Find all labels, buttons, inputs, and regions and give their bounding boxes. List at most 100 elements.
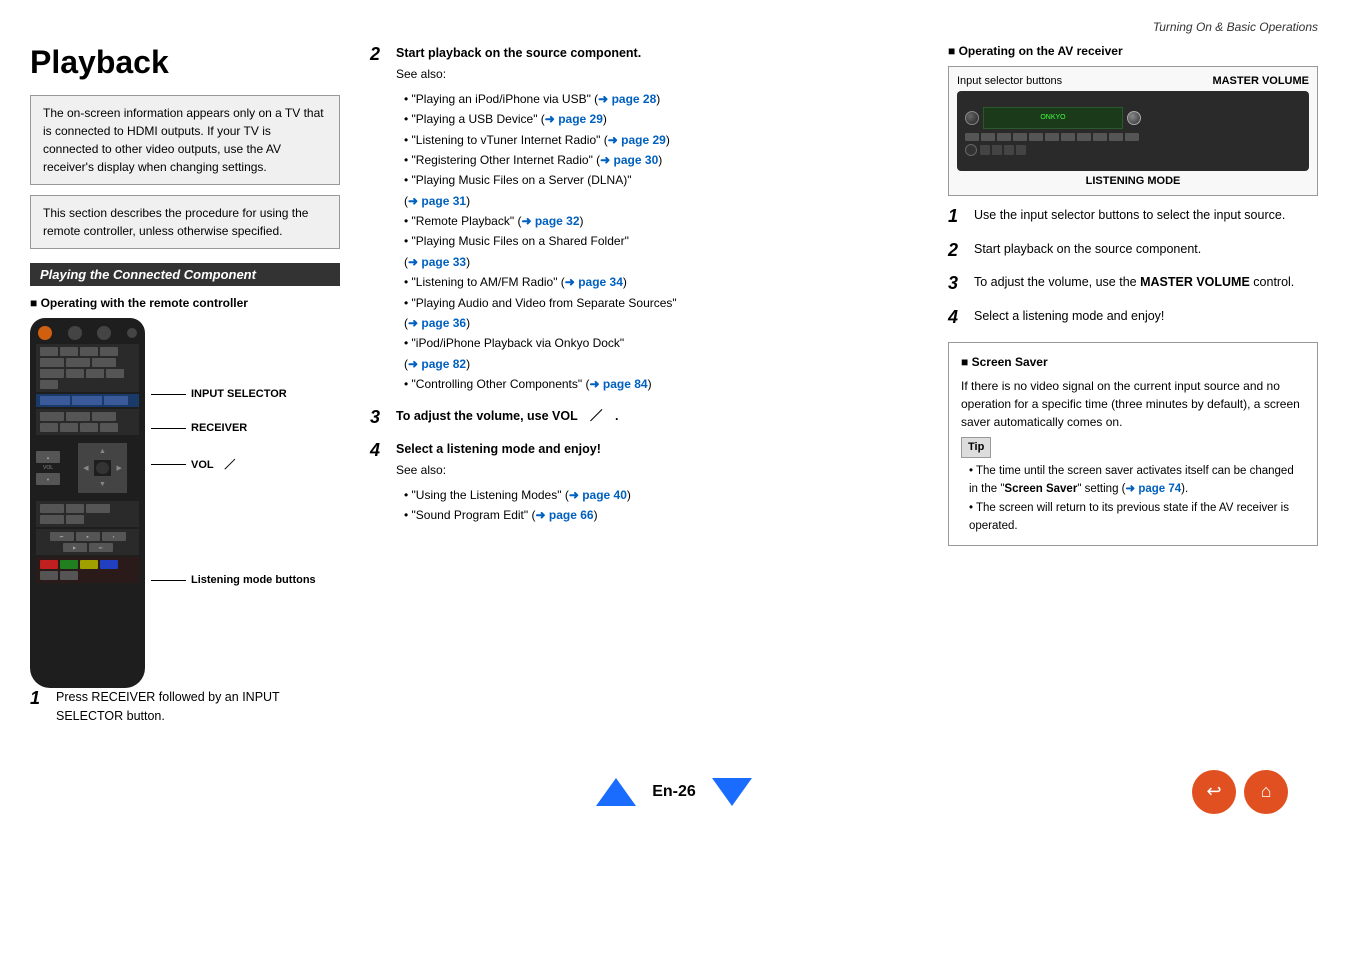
remote-play-btn-2: ⏹ <box>76 532 100 541</box>
step-1-num: 1 <box>30 688 48 726</box>
remote-blue-btn-1 <box>40 396 70 405</box>
av-receiver-section: Operating on the AV receiver Input selec… <box>948 44 1318 328</box>
remote-play-band: ⏮ ⏹ ⏸ ▶ ⏭ <box>36 529 139 555</box>
right-step-4-num: 4 <box>948 307 966 329</box>
remote-power-btn <box>38 326 52 340</box>
remote-wrapper: ▲ VOL ▼ <box>30 318 340 688</box>
av-input-btn-11 <box>1125 133 1139 141</box>
link-p30[interactable]: page 30 <box>600 153 658 167</box>
link-p40[interactable]: page 40 <box>569 488 627 502</box>
remote-dpad <box>78 443 128 493</box>
screen-saver-box: Screen Saver If there is no video signal… <box>948 342 1318 546</box>
step-4-bullets: "Using the Listening Modes" (page 40) "S… <box>396 485 918 526</box>
remote-colored-yellow <box>80 560 98 569</box>
av-top-row: ONKYO <box>965 107 1301 129</box>
remote-tiny-btn-4 <box>100 347 118 356</box>
remote-tiny-btn-3 <box>80 347 98 356</box>
av-bottom-knob <box>965 144 977 156</box>
screen-saver-text: If there is no video signal on the curre… <box>961 377 1305 431</box>
remote-dpad-left <box>78 460 95 477</box>
link-p28[interactable]: page 28 <box>598 92 656 106</box>
step-2-label: Start playback on the source component. <box>396 46 641 60</box>
callout-line-4 <box>151 580 186 581</box>
remote-dpad-empty-4 <box>111 476 128 493</box>
remote-tiny-btn-12 <box>40 380 58 389</box>
remote-bottom-btn-6 <box>60 571 78 580</box>
link-p29a[interactable]: page 29 <box>545 112 603 126</box>
av-knob-left <box>965 111 979 125</box>
link-p29b[interactable]: page 29 <box>608 133 666 147</box>
right-step-4-content: Select a listening mode and enjoy! <box>974 307 1318 329</box>
link-p66[interactable]: page 66 <box>535 508 593 522</box>
remote-blue-band <box>36 394 139 407</box>
footer-page-number: En-26 <box>652 783 696 801</box>
remote-vol-dn: ▼ <box>36 473 60 485</box>
right-step-3-content: To adjust the volume, use the MASTER VOL… <box>974 273 1318 295</box>
bullet-ipod: "Playing an iPod/iPhone via USB" (page 2… <box>404 89 918 109</box>
link-p82[interactable]: page 82 <box>408 357 466 371</box>
remote-btn-3 <box>97 326 111 340</box>
right-step-1-num: 1 <box>948 206 966 228</box>
footer-back-button[interactable]: ↩ <box>1192 770 1236 814</box>
link-p74[interactable]: page 74 <box>1126 483 1182 495</box>
link-p36[interactable]: page 36 <box>408 316 466 330</box>
av-listening-mode-label: LISTENING MODE <box>957 175 1309 187</box>
footer-prev-button[interactable] <box>596 778 636 806</box>
footer-home-button[interactable]: ⌂ <box>1244 770 1288 814</box>
right-step-3-num: 3 <box>948 273 966 295</box>
bullet-other-components: "Controlling Other Components" (page 84) <box>404 374 918 394</box>
tip-list: The time until the screen saver activate… <box>961 462 1305 536</box>
remote-btn-2 <box>68 326 82 340</box>
tip-2: The screen will return to its previous s… <box>969 499 1305 536</box>
av-bottom-row <box>965 144 1301 156</box>
step-3-text: To adjust the volume, use VOL ／ . <box>396 409 619 423</box>
av-input-btn-7 <box>1061 133 1075 141</box>
step-1: 1 Press RECEIVER followed by an INPUT SE… <box>30 688 340 726</box>
step-1-content: Press RECEIVER followed by an INPUT SELE… <box>56 688 340 726</box>
remote-vol-up: ▲ <box>36 451 60 463</box>
remote-ctrl-btn-5 <box>66 515 84 524</box>
footer-next-button[interactable] <box>712 778 752 806</box>
callout-vol: VOL ／ <box>151 456 316 472</box>
av-bottom-btn-2 <box>992 145 1002 155</box>
link-p33[interactable]: page 33 <box>408 255 466 269</box>
bullet-sound-program: "Sound Program Edit" (page 66) <box>404 505 918 525</box>
remote-bottom-band <box>36 557 139 583</box>
remote-dpad-down <box>94 476 111 493</box>
right-step-2: 2 Start playback on the source component… <box>948 240 1318 262</box>
av-panel-content: ONKYO <box>957 103 1309 160</box>
info-box-hdmi-text: The on-screen information appears only o… <box>43 104 327 176</box>
remote-mid-btn-6 <box>80 423 98 432</box>
step-2-bullets: "Playing an iPod/iPhone via USB" (page 2… <box>396 89 918 395</box>
av-bottom-btns <box>980 145 1026 155</box>
callout-line-1 <box>151 394 186 395</box>
step-4: 4 Select a listening mode and enjoy! See… <box>370 440 918 526</box>
bullet-usb: "Playing a USB Device" (page 29) <box>404 109 918 129</box>
av-display-screen: ONKYO <box>983 107 1123 129</box>
remote-vol-area: ▲ VOL ▼ <box>36 451 60 485</box>
av-label-input-selector: Input selector buttons <box>957 75 1062 87</box>
bullet-music-server: "Playing Music Files on a Server (DLNA)"… <box>404 170 918 211</box>
link-p32[interactable]: page 32 <box>521 214 579 228</box>
remote-vol-label: VOL <box>43 465 53 471</box>
remote-play-btn-4: ▶ <box>63 543 87 552</box>
back-icon: ↩ <box>1206 781 1221 802</box>
right-step-1-content: Use the input selector buttons to select… <box>974 206 1318 228</box>
link-p31[interactable]: page 31 <box>408 194 466 208</box>
remote-tiny-btn-2 <box>60 347 78 356</box>
av-input-btn-9 <box>1093 133 1107 141</box>
remote-dpad-center <box>96 462 109 475</box>
step-4-content: Select a listening mode and enjoy! See a… <box>396 440 918 526</box>
remote-callout-area: INPUT SELECTOR RECEIVER VOL ／ Listening … <box>151 318 316 608</box>
step-2: 2 Start playback on the source component… <box>370 44 918 395</box>
callout-receiver-label: RECEIVER <box>191 422 247 434</box>
remote-dpad-empty-3 <box>78 476 95 493</box>
remote-mid-btn-4 <box>40 423 58 432</box>
info-box-hdmi: The on-screen information appears only o… <box>30 95 340 185</box>
link-p34[interactable]: page 34 <box>565 275 623 289</box>
right-step-2-content: Start playback on the source component. <box>974 240 1318 262</box>
av-input-btn-3 <box>997 133 1011 141</box>
av-input-buttons-row <box>965 133 1301 141</box>
link-p84[interactable]: page 84 <box>589 377 647 391</box>
step-2-num: 2 <box>370 44 388 395</box>
